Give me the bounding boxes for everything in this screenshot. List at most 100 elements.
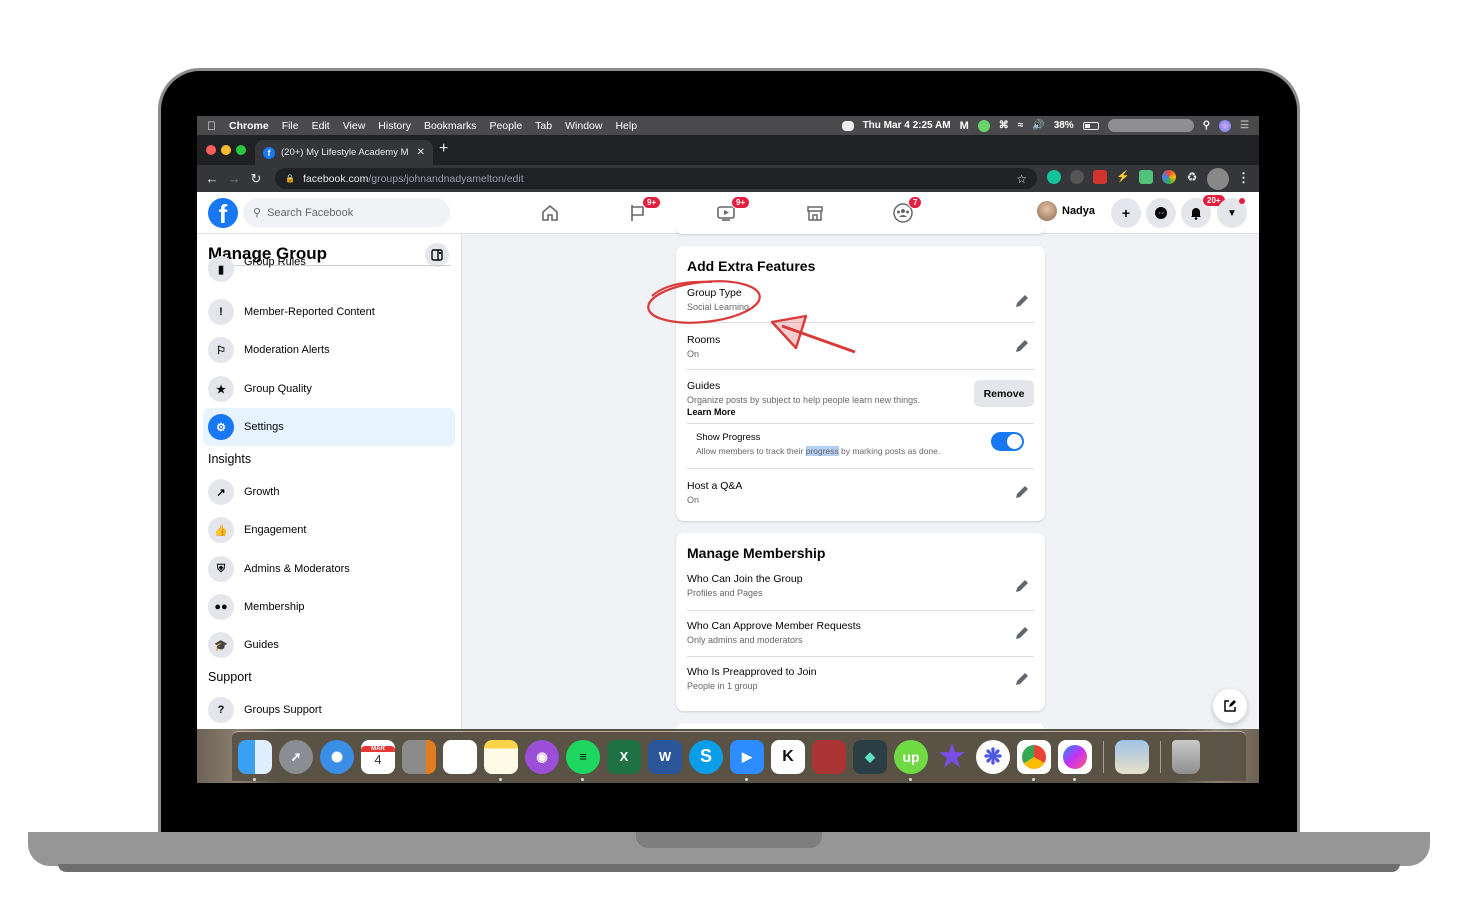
dock-filmora-icon[interactable]: ◆ [853,739,887,774]
dock-chrome-icon[interactable] [1017,739,1051,781]
zoom-status-icon[interactable] [841,120,854,131]
menu-file[interactable]: File [282,120,299,132]
setting-row-who-can-join[interactable]: Who Can Join the Group Profiles and Page… [687,569,1034,611]
extension-green-icon[interactable] [1139,170,1153,184]
dock-spotify-icon[interactable]: ≡ [566,739,600,781]
menu-tab[interactable]: Tab [535,120,552,132]
grammarly-extension-icon[interactable] [1047,170,1061,184]
user-profile-link[interactable]: Nadya [1037,201,1095,221]
extensions-puzzle-icon[interactable]: ♻ [1185,170,1199,184]
window-minimize-button[interactable] [221,145,231,155]
sidebar-item-admins-moderators[interactable]: ⛨ Admins & Moderators [203,551,455,587]
edit-pencil-icon[interactable] [1012,291,1032,311]
setting-row-group-type[interactable]: Group Type Social Learning [687,284,1034,323]
battery-icon[interactable] [1082,121,1099,130]
dock-preview-icon[interactable] [1115,739,1149,774]
sidebar-item-growth[interactable]: ↗ Growth [203,474,455,510]
forward-button[interactable]: → [223,171,245,186]
reload-button[interactable]: ↻ [245,171,267,187]
dock-calendar-icon[interactable]: MAR 4 [361,739,395,774]
edit-pencil-icon[interactable] [1012,623,1032,643]
menu-history[interactable]: History [378,120,411,132]
dock-finder-icon[interactable] [238,739,272,781]
browser-tab[interactable]: f (20+) My Lifestyle Academy M ✕ [255,140,433,165]
sidebar-item-membership[interactable]: ●● Membership [203,589,455,625]
home-icon[interactable] [539,202,561,224]
chrome-menu-icon[interactable]: ⋮ [1237,170,1250,186]
dock-upwork-icon[interactable]: up [894,739,928,781]
dock-photo-booth-icon[interactable] [812,739,846,774]
menu-people[interactable]: People [489,120,522,132]
setting-row-who-can-approve[interactable]: Who Can Approve Member Requests Only adm… [687,611,1034,657]
dock-trash-icon[interactable] [1172,739,1200,774]
setting-row-preapproved[interactable]: Who Is Preapproved to Join People in 1 g… [687,657,1034,703]
menu-help[interactable]: Help [615,120,637,132]
search-input[interactable]: ⚲ Search Facebook [243,198,450,227]
apple-menu-icon[interactable]:  [207,119,216,133]
sidebar-item-group-quality[interactable]: ★ Group Quality [203,371,455,407]
marketplace-icon[interactable] [804,202,826,224]
sidebar-item-groups-support[interactable]: ? Groups Support [203,692,455,728]
dock-word-icon[interactable]: W [648,739,682,774]
malwarebytes-icon[interactable]: M [960,120,969,132]
dock-notes-icon[interactable] [484,739,518,781]
bookmark-star-icon[interactable]: ☆ [1016,172,1027,186]
extension-bolt-icon[interactable]: ⚡ [1116,170,1130,184]
sidebar-item-member-reported-content[interactable]: ! Member-Reported Content [203,294,455,330]
dock-safari-icon[interactable] [320,739,354,774]
learn-more-link[interactable]: Learn More [687,407,736,417]
sidebar-item-engagement[interactable]: 👍 Engagement [203,512,455,548]
siri-icon[interactable] [1219,119,1232,132]
new-tab-button[interactable]: + [439,140,448,158]
messenger-button[interactable] [1146,198,1176,228]
sidebar-item-moderation-alerts[interactable]: ⚐ Moderation Alerts [203,332,455,368]
extension-color-wheel-icon[interactable] [1162,170,1176,184]
edit-pencil-icon[interactable] [1012,669,1032,689]
chrome-profile-avatar[interactable] [1207,168,1229,190]
menu-bookmarks[interactable]: Bookmarks [424,120,477,132]
setting-row-rooms[interactable]: Rooms On [687,323,1034,370]
dock-launchpad-icon[interactable]: ➚ [279,739,313,774]
facebook-logo[interactable]: f [208,198,238,228]
window-close-button[interactable] [206,145,216,155]
dock-excel-icon[interactable]: X [607,739,641,774]
dock-kajabi-icon[interactable]: K [771,739,805,774]
dock-skype-icon[interactable]: S [689,739,723,774]
dock-sunflower-icon[interactable]: ❋ [976,739,1010,774]
back-button[interactable]: ← [201,171,223,186]
lock-icon[interactable]: 🔒 [285,174,295,183]
setting-row-host-qa[interactable]: Host a Q&A On [687,469,1034,514]
dock-imovie-icon[interactable]: ★ [935,740,969,774]
app-k-icon[interactable]: ⌘ [999,120,1009,131]
extension-red-icon[interactable] [1093,170,1107,184]
dock-reminders-icon[interactable] [443,739,477,774]
tab-close-icon[interactable]: ✕ [417,147,425,158]
sidebar-item-group-rules[interactable]: ▮ Group Rules [203,256,455,282]
address-bar[interactable]: 🔒 facebook.com/groups/johnandnadyamelton… [275,168,1037,189]
dock-calculator-icon[interactable] [402,739,436,774]
spotlight-icon[interactable]: ⚲ [1203,120,1210,131]
extension-gray-icon[interactable] [1070,170,1084,184]
menu-view[interactable]: View [343,120,366,132]
edit-pencil-icon[interactable] [1012,482,1032,502]
edit-pencil-icon[interactable] [1012,336,1032,356]
dock-zoom-icon[interactable]: ▶ [730,739,764,781]
sidebar-item-settings[interactable]: ⚙ Settings [203,408,455,446]
remove-guides-button[interactable]: Remove [974,380,1034,407]
menu-window[interactable]: Window [565,120,602,132]
sidebar-item-guides[interactable]: 🎓 Guides [203,627,455,663]
menu-edit[interactable]: Edit [312,120,330,132]
dock-messenger-icon[interactable] [1058,739,1092,781]
menu-chrome[interactable]: Chrome [229,120,269,132]
edit-pencil-icon[interactable] [1012,576,1032,596]
clock[interactable]: Thu Mar 4 2:25 AM [863,120,951,131]
new-message-button[interactable] [1213,689,1247,723]
create-button[interactable]: + [1111,198,1141,228]
notification-center-icon[interactable]: ☰ [1240,120,1249,131]
window-maximize-button[interactable] [236,145,246,155]
wifi-icon[interactable]: ≈ [1018,120,1024,131]
show-progress-toggle[interactable] [991,432,1024,451]
status-green-icon[interactable] [977,119,990,132]
volume-icon[interactable]: 🔊 [1032,120,1044,131]
dock-podcasts-icon[interactable]: ◉ [525,739,559,774]
